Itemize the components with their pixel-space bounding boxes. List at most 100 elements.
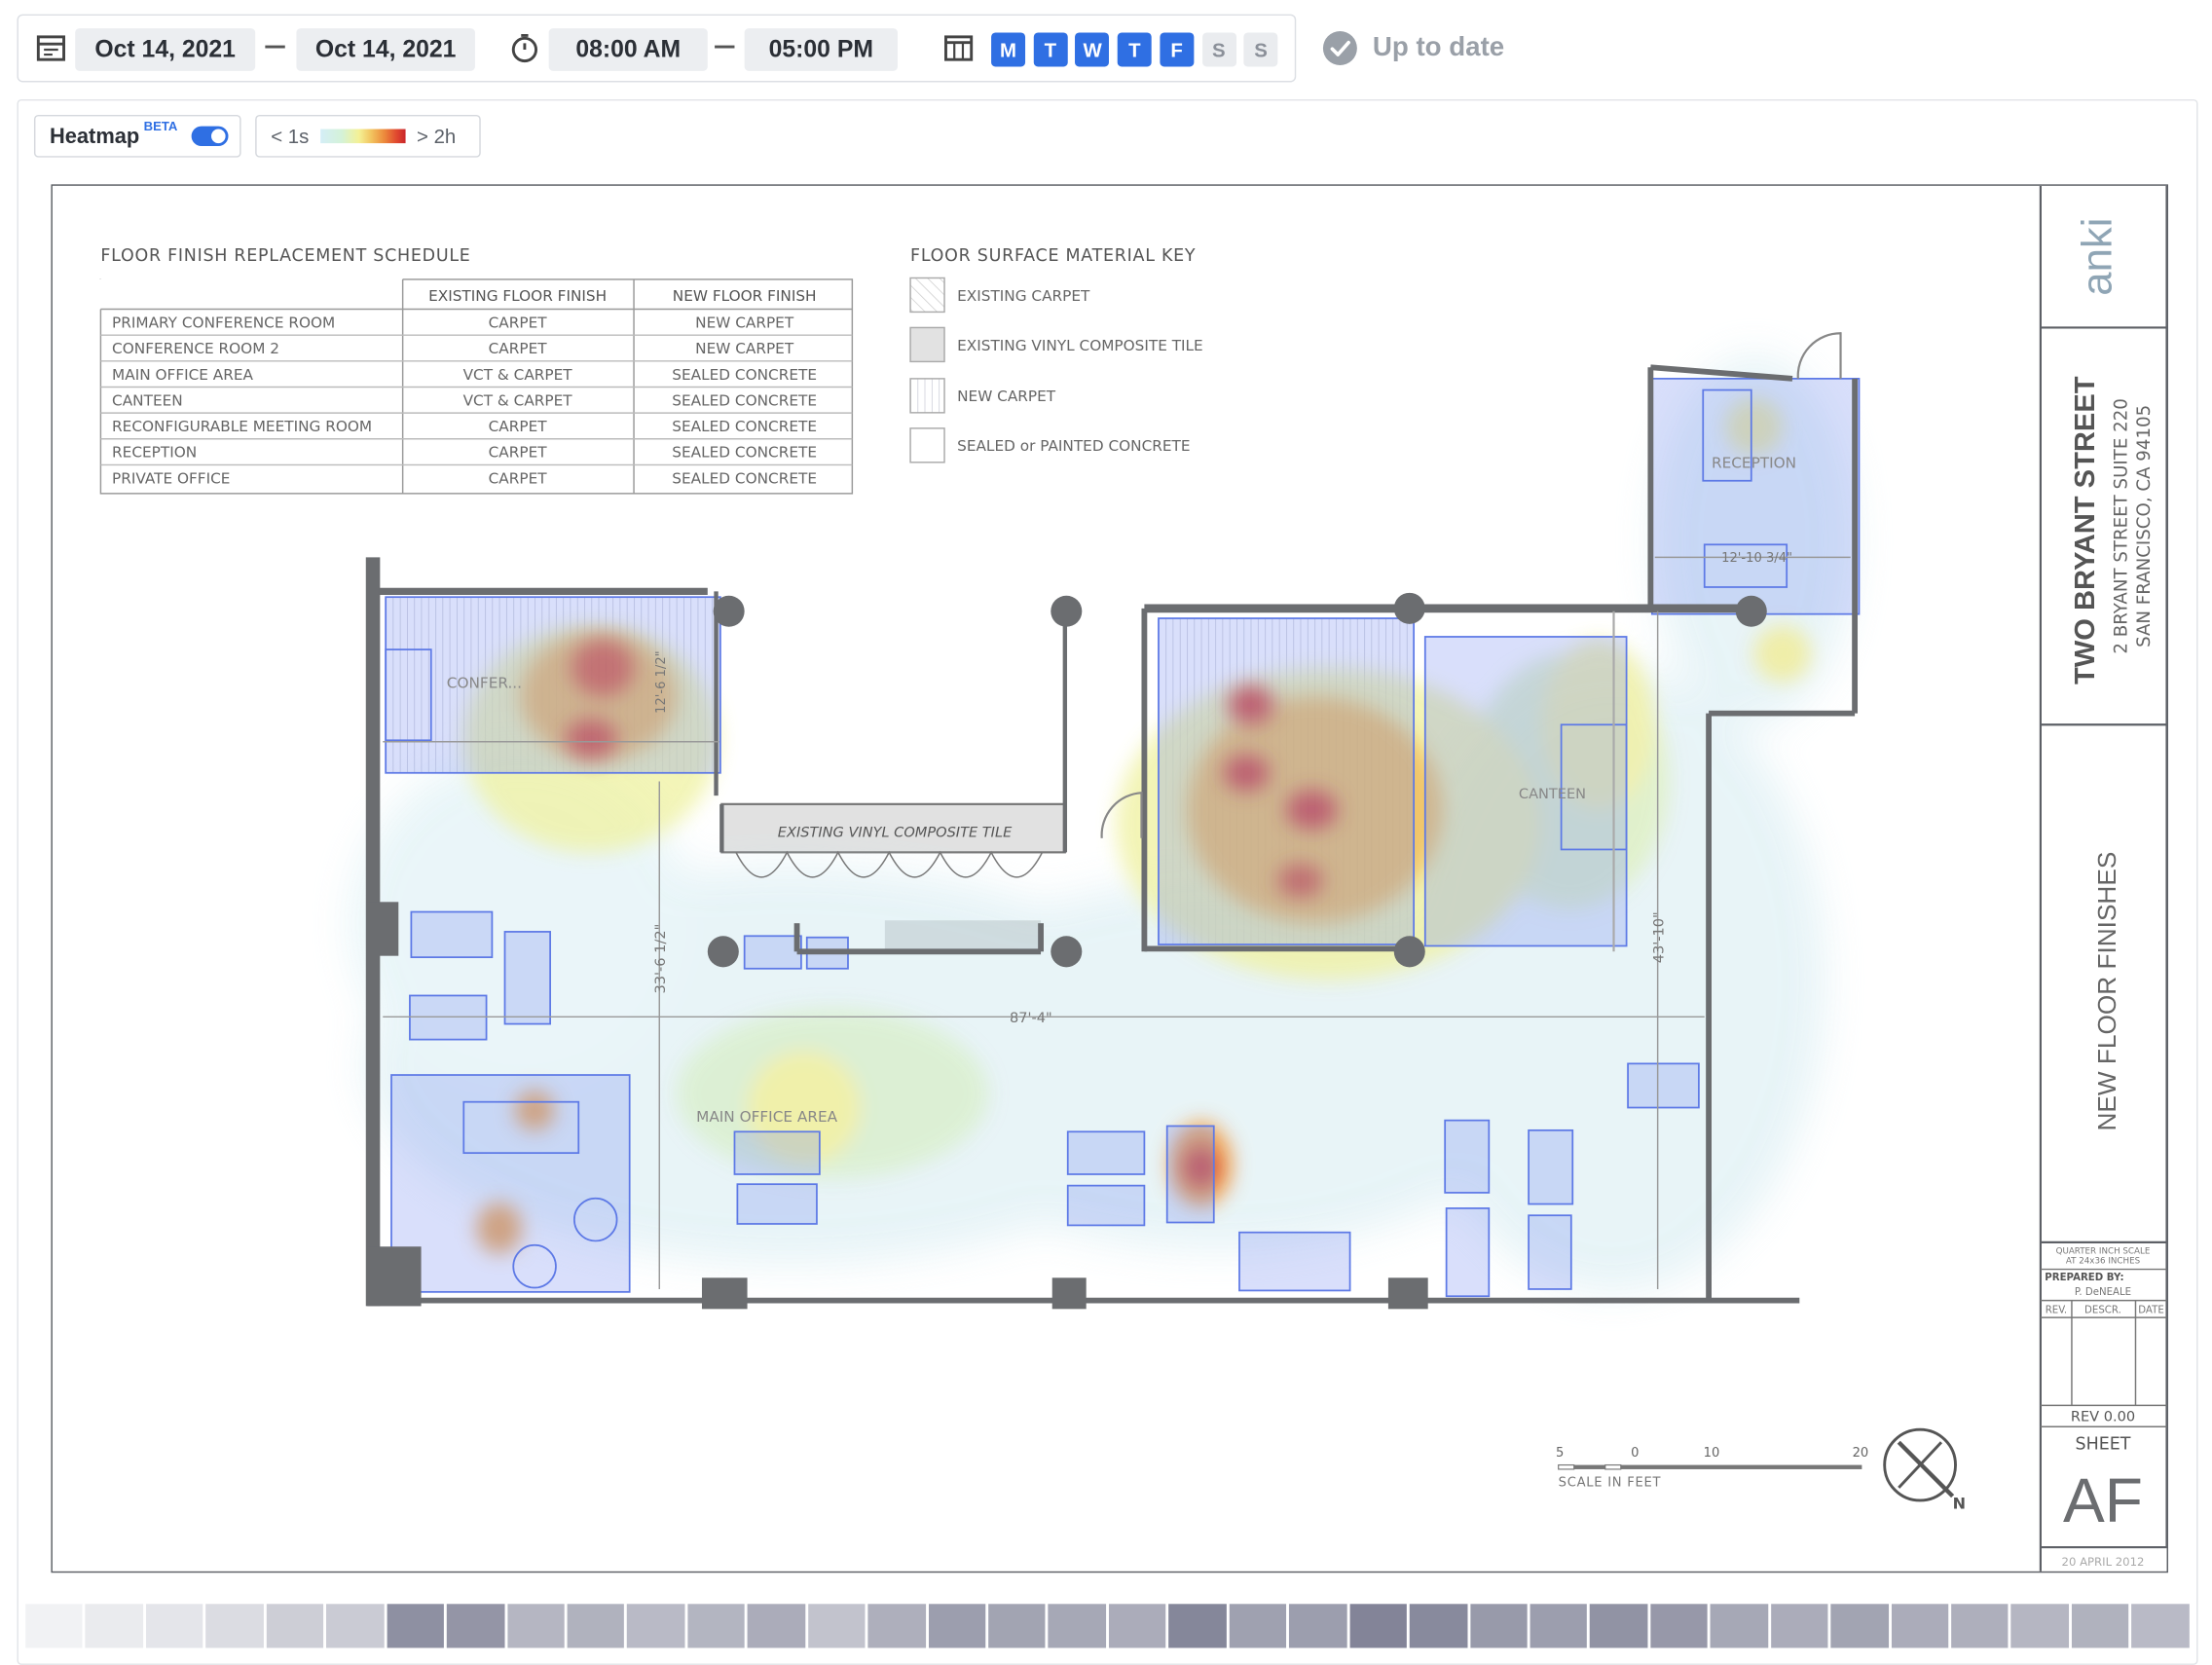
scale-note-1: QUARTER INCH SCALE bbox=[2056, 1247, 2151, 1257]
schedule-row: PRIVATE OFFICE CARPET SEALED CONCRETE bbox=[112, 469, 817, 487]
vct-label: EXISTING VINYL COMPOSITE TILE bbox=[778, 824, 1013, 840]
timeline-bucket[interactable] bbox=[506, 1604, 565, 1648]
day-toggle-4[interactable]: F bbox=[1160, 32, 1195, 67]
timeline-bucket[interactable] bbox=[2010, 1604, 2069, 1648]
timeline-bucket[interactable] bbox=[1770, 1604, 1828, 1648]
timeline-bucket[interactable] bbox=[1951, 1604, 2009, 1648]
timeline-bucket[interactable] bbox=[1168, 1604, 1227, 1648]
schedule-row: MAIN OFFICE AREA VCT & CARPET SEALED CONCR… bbox=[112, 366, 817, 384]
room-label-canteen: CANTEEN bbox=[1519, 786, 1586, 802]
schedule-header-existing: EXISTING FLOOR FINISH bbox=[428, 287, 607, 305]
building-name: TWO BRYANT STREET bbox=[2070, 376, 2101, 684]
conference-room-overlay[interactable] bbox=[385, 596, 721, 774]
timeline-bucket[interactable] bbox=[1048, 1604, 1106, 1648]
meeting-room-overlay[interactable] bbox=[1158, 617, 1416, 945]
timeline-bucket[interactable] bbox=[1590, 1604, 1648, 1648]
activity-timeline[interactable] bbox=[25, 1604, 2190, 1648]
dimension-right: 43'-10" bbox=[1650, 911, 1667, 963]
day-toggle-5[interactable]: S bbox=[1201, 32, 1236, 67]
dimension-reception: 12'-10 3/4" bbox=[1721, 551, 1792, 566]
material-key: EXISTING CARPET EXISTING VINYL COMPOSITE… bbox=[909, 277, 1203, 463]
timer-icon[interactable] bbox=[509, 32, 540, 63]
floor-plan-sheet: FLOOR FINISH REPLACEMENT SCHEDULE EXISTI… bbox=[51, 184, 2168, 1573]
schedule-cell: NEW CARPET bbox=[695, 314, 794, 331]
schedule-cell: CANTEEN bbox=[112, 391, 183, 409]
timeline-bucket[interactable] bbox=[807, 1604, 866, 1648]
private-office-overlay[interactable] bbox=[390, 1074, 631, 1293]
schedule-cell: PRIVATE OFFICE bbox=[112, 469, 230, 487]
schedule-cell: MAIN OFFICE AREA bbox=[112, 366, 253, 384]
schedule-cell: SEALED CONCRETE bbox=[672, 366, 817, 384]
heatmap-legend: < 1s > 2h bbox=[255, 114, 481, 158]
timeline-bucket[interactable] bbox=[1710, 1604, 1768, 1648]
timeline-bucket[interactable] bbox=[627, 1604, 685, 1648]
schedule-cell: PRIMARY CONFERENCE ROOM bbox=[112, 314, 335, 331]
reception-overlay[interactable] bbox=[1650, 378, 1861, 615]
schedule-row: CANTEEN VCT & CARPET SEALED CONCRETE bbox=[112, 391, 817, 409]
schedule-cell: SEALED CONCRETE bbox=[672, 391, 817, 409]
schedule-title: FLOOR FINISH REPLACEMENT SCHEDULE bbox=[100, 246, 470, 266]
heatmap-toggle-switch[interactable] bbox=[191, 126, 229, 147]
timeline-bucket[interactable] bbox=[2071, 1604, 2129, 1648]
timeline-bucket[interactable] bbox=[1530, 1604, 1588, 1648]
timeline-bucket[interactable] bbox=[687, 1604, 746, 1648]
schedule-cell: SEALED CONCRETE bbox=[672, 469, 817, 487]
timeline-bucket[interactable] bbox=[266, 1604, 324, 1648]
legend-max-label: > 2h bbox=[417, 125, 457, 148]
weekday-columns-icon[interactable] bbox=[943, 34, 975, 62]
day-toggle-0[interactable]: M bbox=[991, 32, 1026, 67]
prepared-by: P. DeNEALE bbox=[2075, 1287, 2131, 1298]
start-time-input[interactable]: 08:00 AM bbox=[548, 28, 708, 71]
timeline-bucket[interactable] bbox=[1830, 1604, 1889, 1648]
descr-col-header: DESCR. bbox=[2084, 1306, 2121, 1316]
timeline-bucket[interactable] bbox=[326, 1604, 385, 1648]
sheet-label: SHEET bbox=[2075, 1435, 2130, 1455]
timeline-bucket[interactable] bbox=[1229, 1604, 1287, 1648]
timeline-bucket[interactable] bbox=[446, 1604, 504, 1648]
sheet-date: 20 APRIL 2012 bbox=[2062, 1555, 2145, 1569]
timeline-bucket[interactable] bbox=[567, 1604, 625, 1648]
heatmap-toggle-control[interactable]: Heatmap BETA bbox=[33, 114, 241, 158]
room-label-reception: RECEPTION bbox=[1712, 455, 1796, 472]
day-toggle-3[interactable]: T bbox=[1117, 32, 1152, 67]
timeline-bucket[interactable] bbox=[205, 1604, 264, 1648]
timeline-bucket[interactable] bbox=[1409, 1604, 1467, 1648]
calendar-icon[interactable] bbox=[35, 34, 66, 62]
start-date-input[interactable]: Oct 14, 2021 bbox=[75, 28, 256, 71]
end-date-input[interactable]: Oct 14, 2021 bbox=[296, 28, 475, 71]
room-label-conference: CONFER... bbox=[447, 674, 522, 691]
day-toggle-2[interactable]: W bbox=[1075, 32, 1110, 67]
timeline-bucket[interactable] bbox=[1289, 1604, 1347, 1648]
schedule-cell: RECEPTION bbox=[112, 444, 197, 462]
end-time-input[interactable]: 05:00 PM bbox=[744, 28, 898, 71]
timeline-bucket[interactable] bbox=[387, 1604, 444, 1648]
timeline-bucket[interactable] bbox=[25, 1604, 84, 1648]
address-line-1: 2 BRYANT STREET SUITE 220 bbox=[2112, 398, 2132, 653]
timeline-bucket[interactable] bbox=[1891, 1604, 1949, 1648]
schedule-cell: SEALED CONCRETE bbox=[672, 444, 817, 462]
status-text: Up to date bbox=[1372, 32, 1505, 63]
timeline-bucket[interactable] bbox=[1349, 1604, 1407, 1648]
timeline-bucket[interactable] bbox=[1108, 1604, 1166, 1648]
filter-toolbar: Oct 14, 2021 Oct 14, 2021 08:00 AM 05:00… bbox=[17, 14, 1297, 83]
timeline-bucket[interactable] bbox=[747, 1604, 805, 1648]
dimension-width: 87'-4" bbox=[1010, 1010, 1052, 1026]
timeline-bucket[interactable] bbox=[86, 1604, 143, 1648]
timeline-bucket[interactable] bbox=[867, 1604, 926, 1648]
schedule-row: PRIMARY CONFERENCE ROOM CARPET NEW CARPET bbox=[112, 314, 794, 331]
day-toggle-6[interactable]: S bbox=[1243, 32, 1278, 67]
heatmap-label: Heatmap bbox=[49, 124, 140, 149]
timeline-bucket[interactable] bbox=[2131, 1604, 2190, 1648]
timeline-bucket[interactable] bbox=[1650, 1604, 1708, 1648]
timeline-bucket[interactable] bbox=[928, 1604, 986, 1648]
scale-tick-0: 0 bbox=[1631, 1446, 1639, 1461]
legend-gradient bbox=[319, 129, 406, 144]
day-toggle-1[interactable]: T bbox=[1033, 32, 1068, 67]
timeline-bucket[interactable] bbox=[1469, 1604, 1528, 1648]
schedule-cell: CARPET bbox=[489, 418, 548, 435]
room-label-main-office: MAIN OFFICE AREA bbox=[696, 1108, 837, 1126]
timeline-bucket[interactable] bbox=[988, 1604, 1047, 1648]
timeline-bucket[interactable] bbox=[145, 1604, 203, 1648]
beta-badge: BETA bbox=[143, 119, 178, 133]
sheet-title: NEW FLOOR FINISHES bbox=[2092, 852, 2121, 1131]
